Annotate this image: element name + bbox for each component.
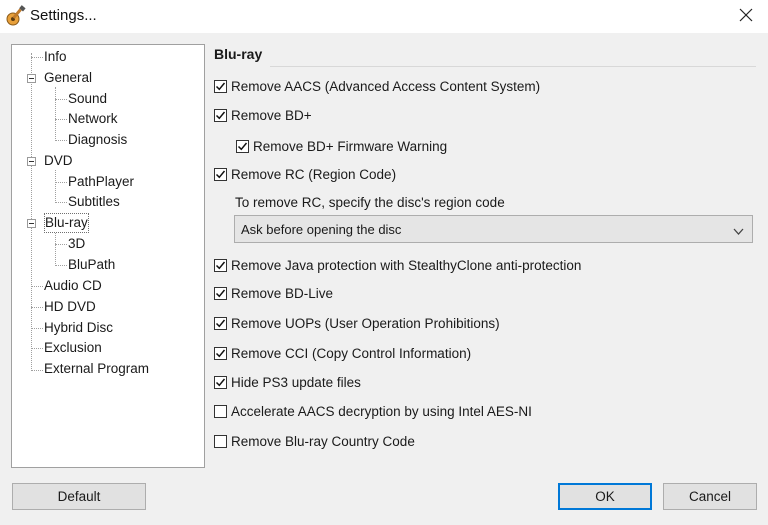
option-remove-rc[interactable]: Remove RC (Region Code) — [214, 164, 396, 184]
tree-item-info[interactable]: Info — [44, 47, 67, 67]
tree-item-hd-dvd[interactable]: HD DVD — [44, 297, 96, 317]
tree-item-subtitles[interactable]: Subtitles — [68, 192, 120, 212]
option-accelerate-aacs-aes-ni[interactable]: Accelerate AACS decryption by using Inte… — [214, 401, 532, 421]
close-button[interactable] — [728, 2, 764, 30]
checkmark-icon — [215, 111, 226, 119]
collapse-general-icon[interactable] — [27, 74, 36, 83]
tree-connector — [31, 328, 43, 329]
option-label: Remove AACS (Advanced Access Content Sys… — [231, 78, 541, 94]
option-remove-bdplus-firmware-warning[interactable]: Remove BD+ Firmware Warning — [236, 136, 447, 156]
tree-item-dvd[interactable]: DVD — [44, 151, 73, 171]
settings-window: Settings... Info General Sound Network D… — [0, 0, 768, 525]
tree-connector — [31, 348, 43, 349]
tree-connector — [55, 202, 67, 203]
option-label: Accelerate AACS decryption by using Inte… — [231, 403, 532, 419]
tree-connector — [31, 286, 43, 287]
close-icon — [739, 8, 753, 25]
checkbox[interactable] — [214, 286, 227, 300]
checkbox[interactable] — [214, 434, 227, 448]
option-remove-cci[interactable]: Remove CCI (Copy Control Information) — [214, 343, 471, 363]
tree-item-blupath[interactable]: BluPath — [68, 255, 115, 275]
option-remove-aacs[interactable]: Remove AACS (Advanced Access Content Sys… — [214, 76, 540, 96]
option-label: Remove Blu-ray Country Code — [231, 433, 415, 449]
option-remove-bd-live[interactable]: Remove BD-Live — [214, 283, 333, 303]
checkbox[interactable] — [214, 346, 227, 360]
tree-connector — [55, 170, 56, 203]
option-label: Remove Java protection with StealthyClon… — [231, 257, 582, 273]
tree-connector — [55, 182, 67, 183]
tree-connector — [31, 53, 32, 371]
tree-item-general[interactable]: General — [44, 68, 92, 88]
tree-item-3d[interactable]: 3D — [68, 234, 85, 254]
checkmark-icon — [237, 142, 248, 150]
checkbox[interactable] — [214, 258, 227, 272]
checkbox[interactable] — [214, 167, 227, 181]
option-label: Remove BD-Live — [231, 285, 334, 301]
tree-item-diagnosis[interactable]: Diagnosis — [68, 130, 127, 150]
option-label: Remove BD+ Firmware Warning — [253, 138, 448, 154]
section-title: Blu-ray — [214, 46, 263, 62]
option-remove-uops[interactable]: Remove UOPs (User Operation Prohibitions… — [214, 313, 500, 333]
tree-item-exclusion[interactable]: Exclusion — [44, 338, 102, 358]
option-remove-java-protection[interactable]: Remove Java protection with StealthyClon… — [214, 255, 581, 275]
checkbox[interactable] — [214, 404, 227, 418]
section-divider — [270, 66, 756, 67]
option-label: Remove RC (Region Code) — [231, 166, 397, 182]
option-label: Hide PS3 update files — [231, 374, 361, 390]
tree-connector — [55, 119, 67, 120]
tree-connector — [55, 233, 56, 266]
option-remove-country-code[interactable]: Remove Blu-ray Country Code — [214, 431, 415, 451]
tree-connector — [55, 140, 67, 141]
cancel-button[interactable]: Cancel — [663, 483, 757, 510]
tree-item-hybrid-disc[interactable]: Hybrid Disc — [44, 318, 113, 338]
title-bar: Settings... — [0, 0, 768, 33]
checkmark-icon — [215, 82, 226, 90]
tree-connector — [31, 307, 43, 308]
tree-item-network[interactable]: Network — [68, 109, 118, 129]
tree-connector — [55, 87, 56, 141]
tree-connector — [31, 370, 43, 371]
tree-connector — [55, 265, 67, 266]
settings-tree: Info General Sound Network Diagnosis DVD… — [11, 44, 205, 468]
checkbox[interactable] — [236, 139, 249, 153]
rc-hint-text: To remove RC, specify the disc's region … — [235, 195, 505, 210]
tree-connector — [55, 99, 67, 100]
checkmark-icon — [215, 319, 226, 327]
region-code-select-value: Ask before opening the disc — [241, 221, 402, 237]
checkmark-icon — [215, 289, 226, 297]
chevron-down-icon — [733, 224, 744, 239]
option-label: Remove CCI (Copy Control Information) — [231, 345, 472, 361]
window-title: Settings... — [30, 7, 97, 24]
checkmark-icon — [215, 170, 226, 178]
tree-item-bluray[interactable]: Blu-ray — [44, 213, 89, 233]
checkbox[interactable] — [214, 79, 227, 93]
checkbox[interactable] — [214, 375, 227, 389]
checkmark-icon — [215, 261, 226, 269]
tree-item-audio-cd[interactable]: Audio CD — [44, 276, 102, 296]
checkmark-icon — [215, 378, 226, 386]
ok-button[interactable]: OK — [558, 483, 652, 510]
option-label: Remove BD+ — [231, 107, 312, 123]
checkmark-icon — [215, 349, 226, 357]
collapse-dvd-icon[interactable] — [27, 157, 36, 166]
tree-item-external-program[interactable]: External Program — [44, 359, 149, 379]
option-remove-bdplus[interactable]: Remove BD+ — [214, 105, 312, 125]
checkbox[interactable] — [214, 108, 227, 122]
checkbox[interactable] — [214, 316, 227, 330]
region-code-select[interactable]: Ask before opening the disc — [234, 215, 753, 243]
tree-connector — [31, 57, 43, 58]
option-label: Remove UOPs (User Operation Prohibitions… — [231, 315, 500, 331]
tree-item-pathplayer[interactable]: PathPlayer — [68, 172, 134, 192]
tree-connector — [55, 244, 67, 245]
app-guitar-icon — [5, 5, 27, 27]
collapse-bluray-icon[interactable] — [27, 219, 36, 228]
option-hide-ps3-update-files[interactable]: Hide PS3 update files — [214, 372, 361, 392]
default-button[interactable]: Default — [12, 483, 146, 510]
tree-item-sound[interactable]: Sound — [68, 89, 107, 109]
